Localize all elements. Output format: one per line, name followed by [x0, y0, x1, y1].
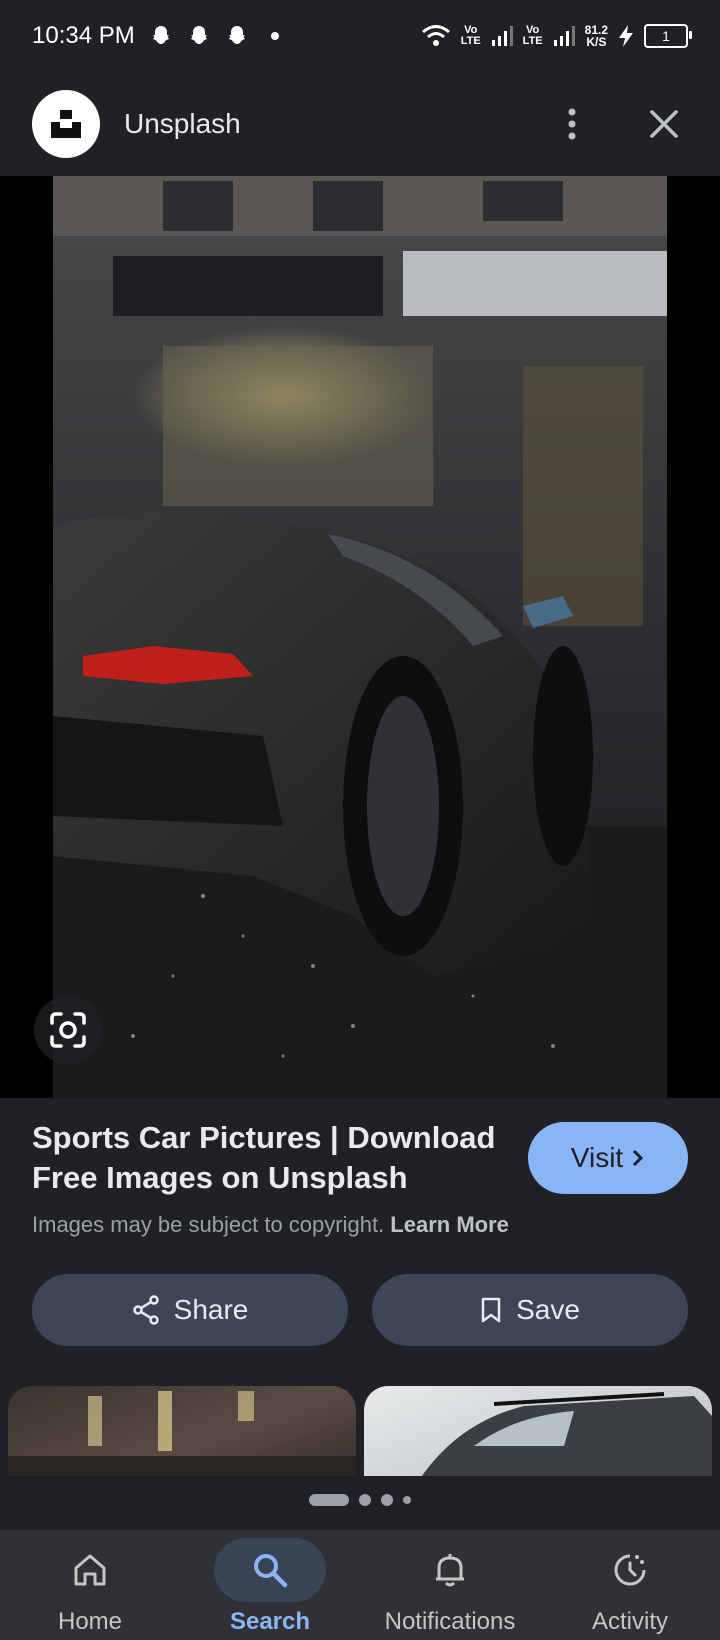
battery-icon: 1	[644, 24, 692, 48]
close-icon	[650, 110, 678, 138]
signal-icon	[491, 26, 513, 46]
result-info: Sports Car Pictures | Download Free Imag…	[32, 1118, 688, 1238]
nav-activity[interactable]: Activity	[540, 1530, 720, 1640]
page-indicator	[0, 1494, 720, 1506]
bell-icon	[436, 1554, 464, 1587]
car-thumbnail-image	[421, 1392, 712, 1476]
copyright-text: Images may be subject to copyright.	[32, 1212, 385, 1237]
share-label: Share	[173, 1294, 249, 1325]
bottom-navigation: Home Search Notifications Activity	[0, 1530, 720, 1640]
related-images	[0, 1386, 720, 1476]
visit-label: Visit	[570, 1142, 624, 1173]
chevron-right-icon	[633, 1149, 644, 1167]
charging-icon	[619, 25, 633, 47]
site-name[interactable]: Unsplash	[124, 108, 241, 140]
share-icon	[132, 1295, 159, 1325]
nav-label-search: Search	[229, 1608, 311, 1635]
close-button[interactable]	[640, 100, 688, 148]
image-preview[interactable]	[0, 176, 720, 1098]
network-speed: 81.2 K/S	[584, 23, 608, 49]
building-thumbnail-image	[8, 1391, 356, 1476]
visit-button[interactable]: Visit	[528, 1122, 688, 1194]
result-title[interactable]: Sports Car Pictures | Download Free Imag…	[32, 1118, 502, 1198]
action-buttons: Share Save	[32, 1274, 688, 1346]
viewer-top-bar: Unsplash	[0, 72, 720, 176]
nav-notifications[interactable]: Notifications	[360, 1530, 540, 1640]
nav-label-notifications: Notifications	[384, 1608, 516, 1635]
unsplash-logo[interactable]	[32, 90, 100, 158]
save-label: Save	[516, 1294, 580, 1325]
snapchat-icon	[190, 26, 207, 44]
unsplash-logo-icon	[51, 110, 81, 138]
battery-level: 1	[662, 28, 670, 44]
google-lens-icon	[50, 1012, 86, 1048]
page-dot	[359, 1494, 371, 1506]
snapchat-icon	[152, 26, 169, 44]
status-bar: 10:34 PM Vo LTE Vo LTE 81.2 K/S 1	[0, 0, 720, 72]
share-button[interactable]: Share	[32, 1274, 348, 1346]
more-notifications-dot	[270, 32, 279, 40]
learn-more-link[interactable]: Learn More	[390, 1212, 509, 1237]
volte-label-2: Vo LTE	[522, 24, 543, 47]
more-options-button[interactable]	[548, 100, 596, 148]
page-dot	[403, 1496, 411, 1504]
nav-label-home: Home	[57, 1608, 123, 1635]
signal-icon	[553, 26, 575, 46]
more-vert-icon	[568, 108, 576, 140]
bookmark-icon	[481, 1297, 501, 1323]
page-dot-active	[309, 1494, 349, 1506]
page-dot	[381, 1494, 393, 1506]
car-photo	[53, 176, 667, 1098]
related-image-thumbnail[interactable]	[8, 1386, 356, 1476]
related-image-thumbnail[interactable]	[364, 1386, 712, 1476]
search-icon	[254, 1554, 288, 1588]
home-icon	[74, 1554, 106, 1586]
snapchat-icon	[228, 26, 245, 44]
save-button[interactable]: Save	[372, 1274, 688, 1346]
status-time: 10:34 PM	[32, 22, 135, 49]
activity-icon	[614, 1554, 646, 1586]
nav-home[interactable]: Home	[0, 1530, 180, 1640]
copyright-notice: Images may be subject to copyright. Lear…	[32, 1212, 688, 1238]
wifi-icon	[421, 25, 450, 46]
lens-search-button[interactable]	[34, 996, 102, 1064]
nav-label-activity: Activity	[591, 1608, 668, 1635]
volte-label-1: Vo LTE	[460, 24, 481, 47]
nav-search[interactable]: Search	[180, 1530, 360, 1640]
